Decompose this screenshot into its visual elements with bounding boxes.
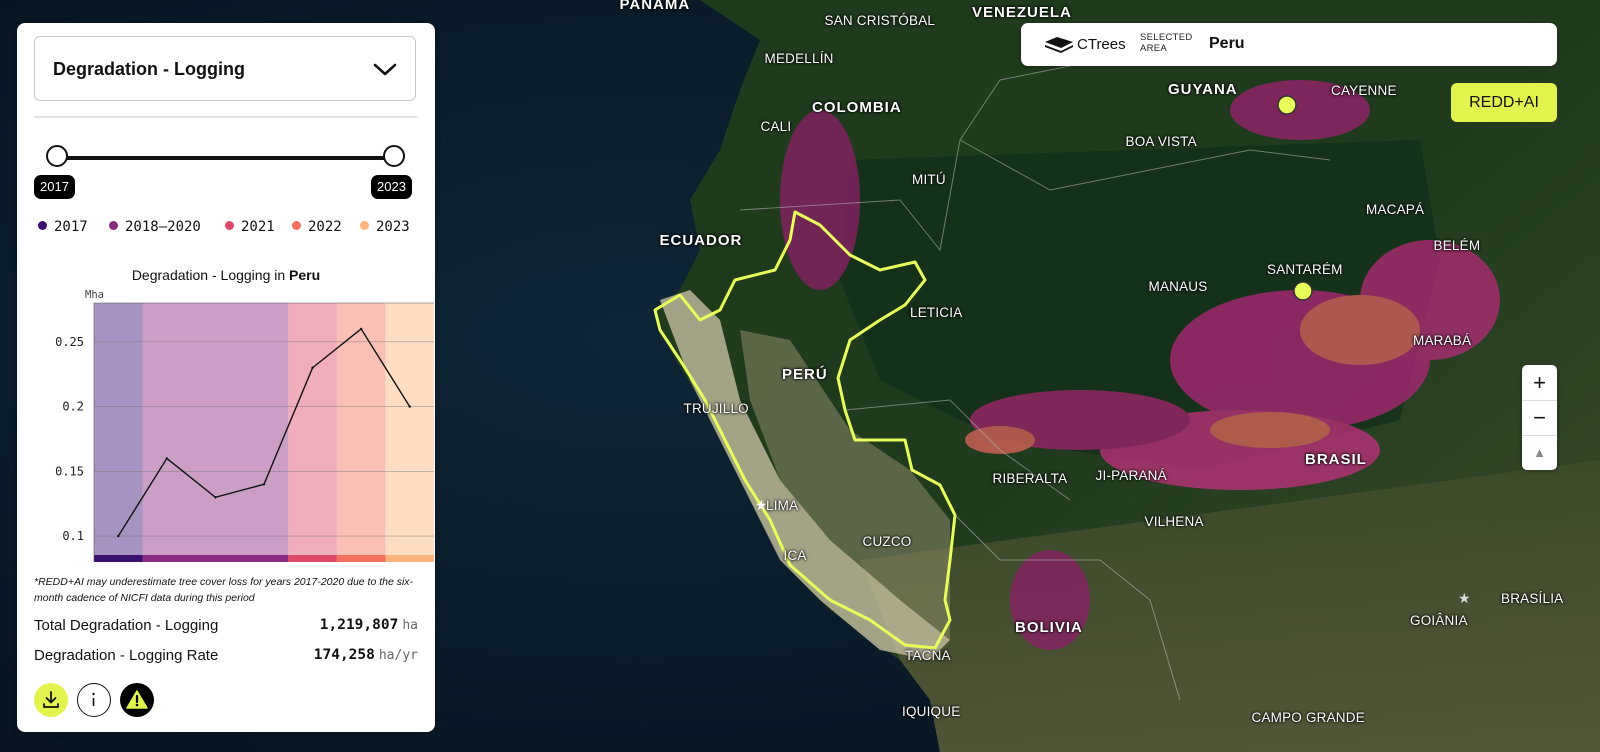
download-icon — [43, 691, 59, 708]
download-button[interactable] — [34, 683, 68, 717]
city-label-bras-lia: BRASÍLIA — [1501, 590, 1564, 606]
country-label-panama: PANAMA — [619, 0, 691, 13]
selected-area-name[interactable]: Peru — [1209, 35, 1245, 53]
city-label-iquique: IQUIQUE — [902, 703, 961, 719]
layer-panel: Degradation - Logging 2017 2023 2017 201… — [17, 23, 435, 732]
stat-rate-value: 174,258 ha/yr — [313, 647, 418, 663]
legend-item-2022: 2022 — [292, 219, 342, 235]
slider-track[interactable] — [57, 156, 393, 160]
degradation-chart[interactable]: 0.10.150.20.25Mha20172018–20202021202220… — [17, 285, 435, 567]
city-label-cuzco: CUZCO — [862, 533, 912, 549]
year-range-slider[interactable]: 2017 2023 — [34, 143, 412, 223]
city-label-ji-paran-: JI-PARANÁ — [1095, 467, 1167, 483]
city-label-campo-grande: CAMPO GRANDE — [1251, 709, 1365, 725]
city-label-macap-: MACAPÁ — [1366, 201, 1425, 217]
start-year-pill: 2017 — [34, 175, 75, 199]
chart-point-2022 — [359, 327, 363, 331]
country-label-per-: PERÚ — [782, 365, 828, 383]
layer-dropdown-label: Degradation - Logging — [53, 59, 245, 79]
stat-total: Total Degradation - Logging 1,219,807 ha — [34, 617, 418, 639]
info-icon — [92, 692, 95, 706]
legend-item-2018-2020: 2018–2020 — [109, 219, 201, 235]
year-legend: 2017 2018–2020 2021 2022 2023 — [38, 219, 428, 241]
chart-ytick-3: 0.25 — [55, 335, 84, 349]
svg-text:★: ★ — [1458, 591, 1471, 607]
city-label-bel-m: BELÉM — [1433, 237, 1481, 253]
country-label-brasil: BRASIL — [1305, 450, 1367, 468]
chart-point-2021 — [311, 366, 314, 369]
stat-rate: Degradation - Logging Rate 174,258 ha/yr — [34, 647, 418, 669]
zoom-out-button[interactable]: − — [1522, 400, 1557, 435]
chart-point-2023 — [408, 405, 411, 408]
country-label-guyana: GUYANA — [1168, 80, 1238, 98]
city-label-santar-m: SANTARÉM — [1267, 261, 1343, 277]
chart-point-2020 — [262, 483, 266, 486]
city-label-lima: LIMA — [766, 497, 799, 513]
legend-item-2023: 2023 — [360, 219, 410, 235]
city-label-leticia: LETICIA — [910, 304, 963, 320]
city-label-marab-: MARABÁ — [1413, 332, 1472, 348]
slider-end-handle[interactable] — [383, 145, 405, 167]
city-label-cali: CALI — [760, 118, 792, 134]
city-label-boa-vista: BOA VISTA — [1125, 133, 1197, 149]
chart-band-bar-0 — [94, 555, 143, 562]
chevron-down-icon — [373, 63, 397, 76]
chart-point-2018 — [165, 457, 169, 460]
divider — [34, 116, 417, 118]
chart-band-bar-1 — [142, 555, 289, 562]
ctrees-logo-icon — [1045, 37, 1073, 53]
selected-area-label: SELECTED AREA — [1140, 32, 1193, 54]
brand-name: CTrees — [1077, 36, 1126, 53]
city-label-goi-nia: GOIÂNIA — [1410, 612, 1468, 628]
selected-area-header: CTrees SELECTED AREA Peru — [1021, 23, 1557, 66]
legend-item-2017: 2017 — [38, 219, 88, 235]
slider-start-handle[interactable] — [46, 145, 68, 167]
layer-dropdown[interactable]: Degradation - Logging — [34, 36, 416, 101]
warning-button[interactable] — [120, 683, 154, 717]
city-label-manaus: MANAUS — [1148, 278, 1208, 294]
compass-button[interactable]: ▲ — [1522, 435, 1557, 470]
chart-ytick-0: 0.1 — [62, 529, 84, 543]
legend-item-2021: 2021 — [225, 219, 275, 235]
footnote: *REDD+AI may underestimate tree cover lo… — [34, 576, 414, 604]
chart-band-bar-2 — [288, 555, 337, 562]
country-label-ecuador: ECUADOR — [659, 231, 743, 249]
chart-band-bar-3 — [336, 555, 386, 562]
stat-total-label: Total Degradation - Logging — [34, 617, 219, 634]
city-label-trujillo: TRUJILLO — [683, 400, 749, 416]
legend-dot — [292, 221, 301, 230]
country-label-colombia: COLOMBIA — [812, 98, 902, 116]
city-label-mit-: MITÚ — [912, 171, 946, 187]
chart-title: Degradation - Logging in Peru — [131, 267, 321, 283]
city-label-tacna: TACNA — [905, 647, 951, 663]
stat-total-value: 1,219,807 ha — [319, 617, 418, 633]
chart-point-2017 — [117, 534, 120, 538]
country-label-bolivia: BOLIVIA — [1015, 618, 1083, 636]
redd-ai-button[interactable]: REDD+AI — [1451, 83, 1557, 122]
chart-point-2019 — [214, 496, 217, 499]
chart-band-bar-4 — [385, 555, 434, 562]
city-label-ica: ICA — [783, 547, 807, 563]
legend-dot — [225, 221, 234, 230]
end-year-pill: 2023 — [371, 175, 412, 199]
city-label-san-crist-bal: SAN CRISTÓBAL — [824, 12, 936, 28]
warning-icon — [126, 690, 148, 709]
country-label-venezuela: VENEZUELA — [972, 3, 1072, 21]
chart-ytick-1: 0.15 — [55, 464, 84, 478]
chart-ylabel: Mha — [85, 289, 104, 301]
legend-dot — [109, 221, 118, 230]
legend-dot — [360, 221, 369, 230]
legend-dot — [38, 221, 47, 230]
chart-ytick-2: 0.2 — [62, 400, 84, 414]
city-label-riberalta: RIBERALTA — [992, 470, 1068, 486]
stat-rate-label: Degradation - Logging Rate — [34, 647, 219, 664]
city-label-vilhena: VILHENA — [1144, 513, 1204, 529]
city-label-cayenne: CAYENNE — [1331, 82, 1397, 98]
info-button[interactable] — [77, 683, 111, 717]
zoom-controls: + − ▲ — [1522, 365, 1557, 470]
city-label-medell-n: MEDELLÍN — [764, 50, 834, 66]
zoom-in-button[interactable]: + — [1522, 365, 1557, 400]
